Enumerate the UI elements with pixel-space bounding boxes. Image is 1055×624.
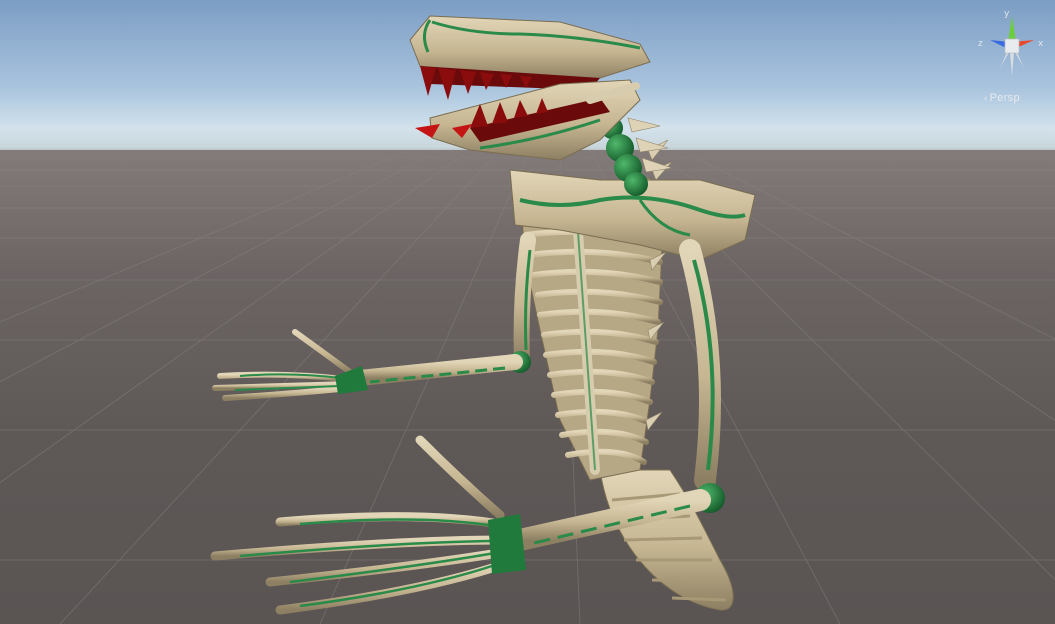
projection-toggle[interactable]: ‹ Persp [984, 92, 1020, 104]
chevron-left-icon: ‹ [984, 93, 988, 104]
gizmo-y-axis-icon[interactable] [1008, 16, 1016, 42]
gizmo-x-label: x [1038, 39, 1044, 49]
projection-label: Persp [989, 92, 1020, 104]
orientation-gizmo[interactable]: y x z [972, 6, 1052, 86]
gizmo-y-label: y [1004, 9, 1010, 19]
skeleton-creature-model[interactable] [0, 0, 1055, 624]
upper-left-arm [212, 232, 536, 401]
gizmo-center-cube[interactable] [1004, 38, 1020, 54]
gizmo-z-label: z [978, 39, 983, 49]
scene-viewport[interactable]: y x z ‹ Persp [0, 0, 1055, 624]
